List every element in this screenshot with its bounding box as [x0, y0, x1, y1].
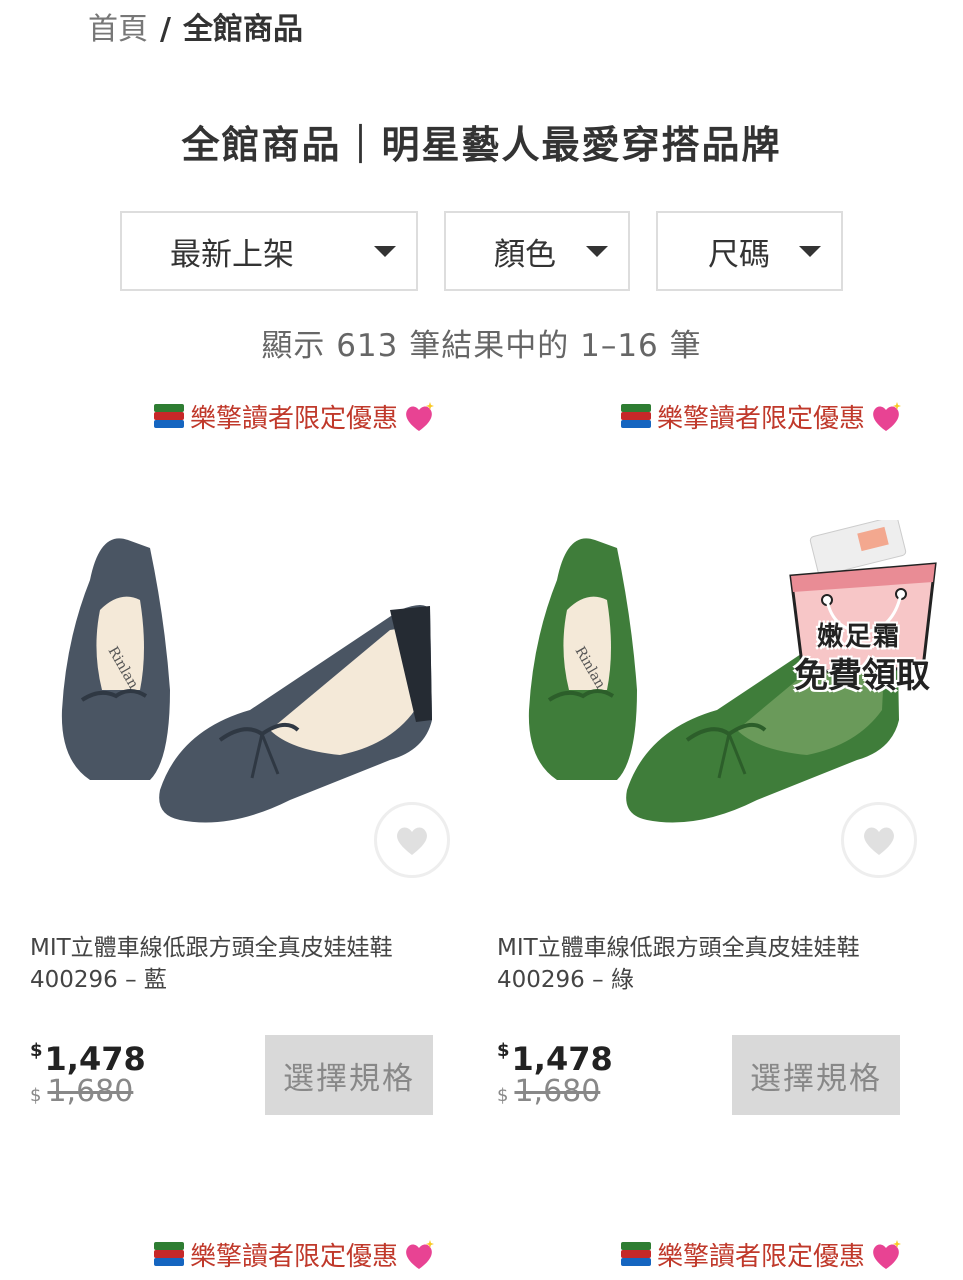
currency-symbol: $: [30, 1085, 42, 1106]
badge-line2: 免費領取: [794, 656, 930, 696]
books-icon: [619, 400, 653, 434]
books-icon: [619, 1238, 653, 1272]
sale-price-value: 1,478: [511, 1040, 613, 1078]
color-filter-dropdown[interactable]: 顏色: [444, 211, 630, 291]
caret-down-icon: [586, 245, 608, 257]
currency-symbol: $: [497, 1085, 509, 1106]
product-name-line2: 400296 – 綠: [497, 967, 634, 993]
caret-down-icon: [799, 245, 821, 257]
product-name-line1: MIT立體車線低跟方頭全真皮娃娃鞋: [30, 935, 393, 961]
product-card[interactable]: Rinlan 嫩足霜 免費領取 MIT立體車線低跟方頭全真皮娃娃鞋 400296…: [497, 460, 937, 1140]
sale-price-value: 1,478: [44, 1040, 146, 1078]
product-name[interactable]: MIT立體車線低跟方頭全真皮娃娃鞋 400296 – 藍: [30, 932, 393, 996]
breadcrumb-separator: /: [160, 12, 171, 47]
books-icon: [152, 1238, 186, 1272]
original-price: $1,680: [497, 1074, 613, 1109]
page-title: 全館商品｜明星藝人最愛穿搭品牌: [181, 123, 782, 167]
promo-label: 樂擎讀者限定優惠: [619, 398, 903, 435]
size-filter-label: 尺碼: [708, 236, 770, 273]
breadcrumb: 首頁 / 全館商品: [88, 8, 303, 52]
sort-dropdown-label: 最新上架: [170, 236, 294, 273]
heart-icon: [864, 827, 894, 855]
original-price: $1,680: [30, 1074, 146, 1109]
select-options-button[interactable]: 選擇規格: [732, 1035, 900, 1115]
sale-price: $1,478: [30, 1040, 146, 1078]
promo-label: 樂擎讀者限定優惠: [619, 1236, 903, 1273]
currency-symbol: $: [30, 1040, 43, 1061]
product-price: $1,478 $1,680: [497, 1040, 613, 1109]
currency-symbol: $: [497, 1040, 510, 1061]
sort-dropdown[interactable]: 最新上架: [120, 211, 418, 291]
result-count: 顯示 613 筆結果中的 1–16 筆: [261, 328, 702, 364]
sale-price: $1,478: [497, 1040, 613, 1078]
select-options-button[interactable]: 選擇規格: [265, 1035, 433, 1115]
promo-text: 樂擎讀者限定優惠: [190, 404, 399, 434]
promo-text: 樂擎讀者限定優惠: [657, 404, 866, 434]
wishlist-heart-button[interactable]: [374, 802, 450, 878]
product-card[interactable]: Rinlan MIT立體車線低跟方頭全真皮娃娃鞋 400296 – 藍 $1,4…: [30, 460, 470, 1140]
promo-text: 樂擎讀者限定優惠: [657, 1242, 866, 1272]
free-cream-badge[interactable]: 嫩足霜 免費領取: [773, 516, 951, 700]
sparkling-heart-icon: [402, 400, 436, 434]
caret-down-icon: [374, 245, 396, 257]
breadcrumb-home-link[interactable]: 首頁: [88, 12, 148, 47]
promo-label: 樂擎讀者限定優惠: [152, 1236, 436, 1273]
promo-label: 樂擎讀者限定優惠: [152, 398, 436, 435]
product-name[interactable]: MIT立體車線低跟方頭全真皮娃娃鞋 400296 – 綠: [497, 932, 860, 996]
color-filter-label: 顏色: [494, 236, 556, 273]
books-icon: [152, 400, 186, 434]
sparkling-heart-icon: [402, 1238, 436, 1272]
sparkling-heart-icon: [869, 400, 903, 434]
wishlist-heart-button[interactable]: [841, 802, 917, 878]
product-name-line2: 400296 – 藍: [30, 967, 167, 993]
filter-bar: 最新上架 顏色 尺碼: [120, 211, 843, 291]
product-name-line1: MIT立體車線低跟方頭全真皮娃娃鞋: [497, 935, 860, 961]
breadcrumb-current: 全館商品: [182, 12, 303, 47]
original-price-value: 1,680: [47, 1074, 134, 1109]
sparkling-heart-icon: [869, 1238, 903, 1272]
promo-text: 樂擎讀者限定優惠: [190, 1242, 399, 1272]
original-price-value: 1,680: [514, 1074, 601, 1109]
size-filter-dropdown[interactable]: 尺碼: [656, 211, 843, 291]
product-price: $1,478 $1,680: [30, 1040, 146, 1109]
heart-icon: [397, 827, 427, 855]
